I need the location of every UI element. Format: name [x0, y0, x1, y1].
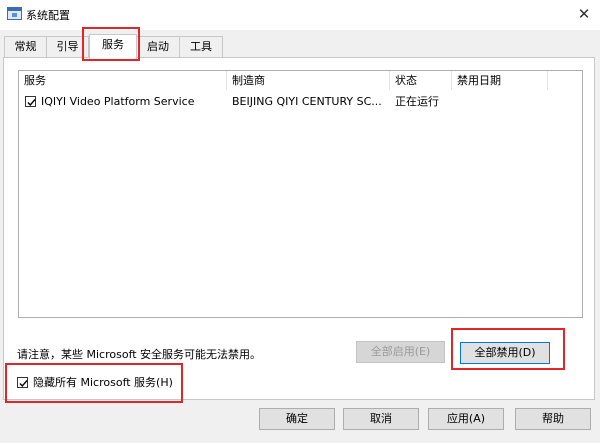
hide-microsoft-label[interactable]: 隐藏所有 Microsoft 服务(H) — [33, 376, 173, 390]
service-name: IQIYI Video Platform Service — [41, 95, 195, 108]
disable-all-button[interactable]: 全部禁用(D) — [460, 342, 550, 364]
close-button[interactable]: ✕ — [574, 4, 594, 24]
column-header-service[interactable]: 服务 — [19, 71, 227, 90]
help-button[interactable]: 帮助 — [515, 408, 591, 430]
service-disabled-date — [457, 93, 547, 111]
column-header-status[interactable]: 状态 — [390, 71, 452, 90]
ok-button[interactable]: 确定 — [259, 408, 335, 430]
enable-all-button[interactable]: 全部启用(E) — [356, 341, 445, 363]
services-list-header: 服务 制造商 状态 禁用日期 — [19, 71, 582, 90]
checkmark-icon — [19, 380, 28, 388]
microsoft-services-note: 请注意，某些 Microsoft 安全服务可能无法禁用。 — [17, 348, 262, 361]
service-status: 正在运行 — [395, 95, 439, 108]
service-manufacturer: BEIJING QIYI CENTURY SC... — [232, 95, 382, 108]
window-title: 系统配置 — [26, 9, 70, 22]
tab-general[interactable]: 常规 — [4, 36, 47, 58]
services-list[interactable]: 服务 制造商 状态 禁用日期 IQIYI Video Platform Serv… — [18, 70, 583, 318]
column-header-disabled-date[interactable]: 禁用日期 — [452, 71, 548, 90]
apply-button[interactable]: 应用(A) — [428, 408, 504, 430]
system-config-icon — [7, 7, 22, 20]
checkmark-icon — [27, 99, 36, 107]
table-row[interactable]: IQIYI Video Platform Service BEIJING QIY… — [19, 93, 582, 111]
tab-startup[interactable]: 启动 — [136, 36, 180, 58]
cancel-button[interactable]: 取消 — [343, 408, 419, 430]
column-header-manufacturer[interactable]: 制造商 — [227, 71, 390, 90]
tab-tools[interactable]: 工具 — [179, 36, 223, 58]
tab-services[interactable]: 服务 — [89, 34, 137, 60]
tab-boot[interactable]: 引导 — [46, 36, 89, 58]
title-bar: 系统配置 ✕ — [0, 0, 600, 30]
tab-strip: 常规 引导 服务 启动 工具 — [0, 34, 600, 60]
hide-microsoft-checkbox[interactable] — [17, 377, 28, 388]
service-checkbox[interactable] — [25, 96, 36, 107]
